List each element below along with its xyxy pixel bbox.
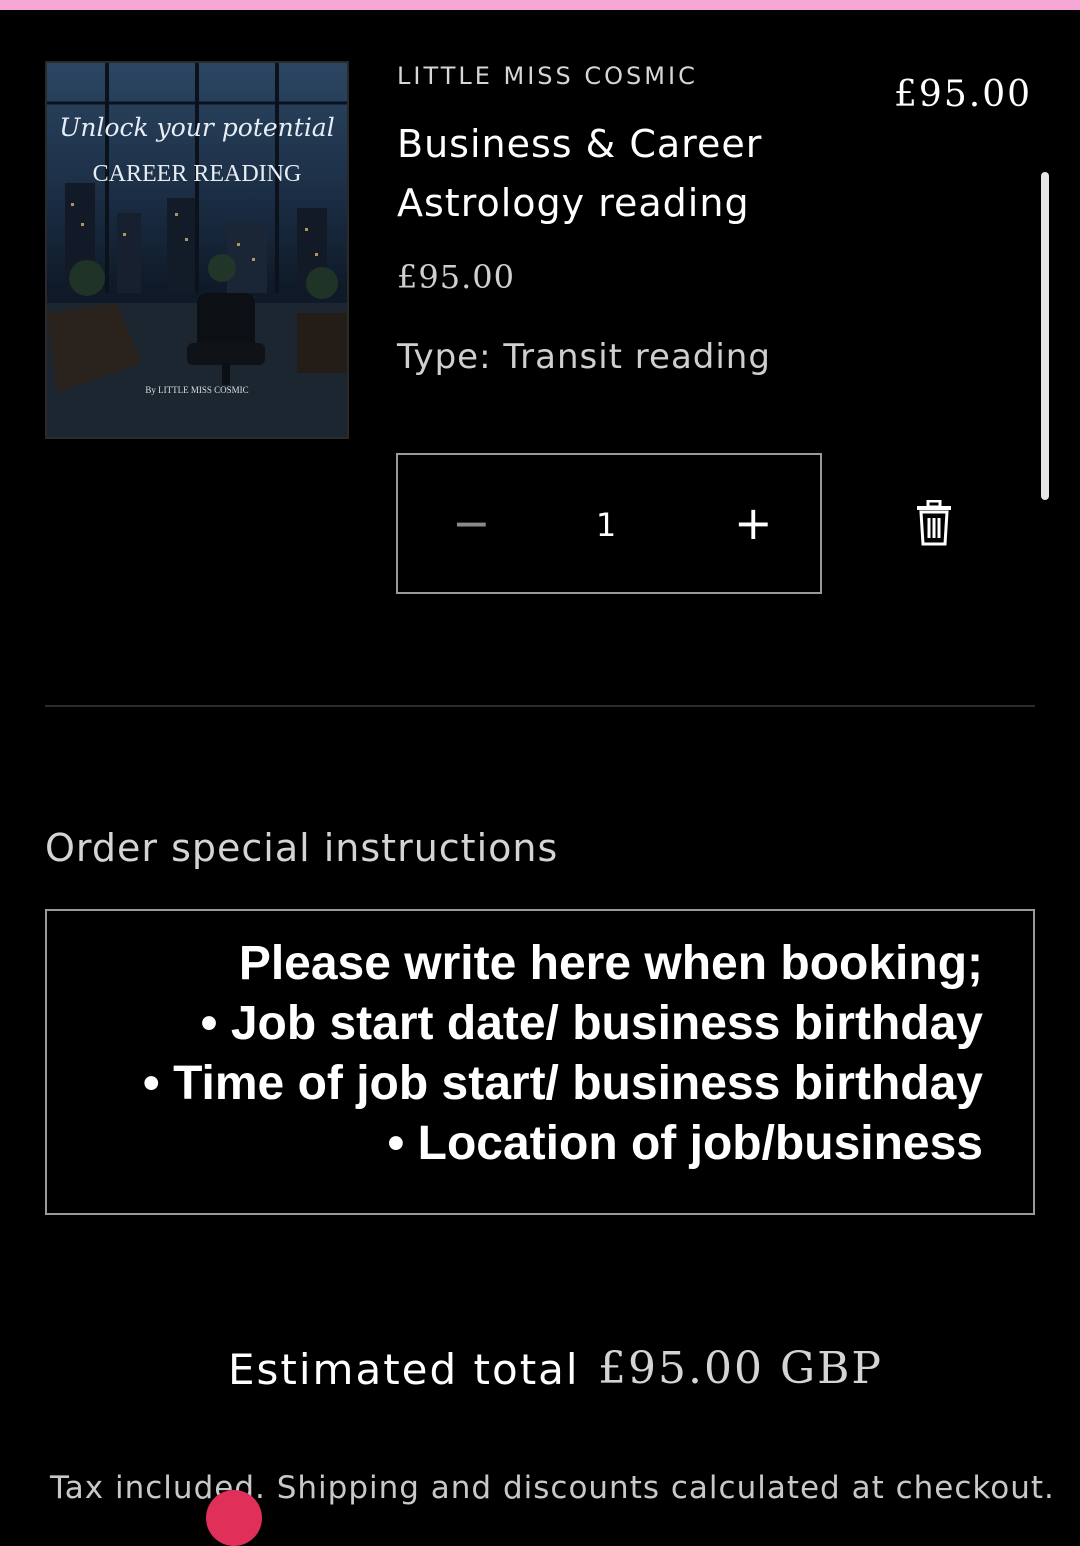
minus-icon[interactable]: − <box>452 496 491 550</box>
top-accent-bar <box>0 0 1080 10</box>
unit-price: £95.00 <box>397 258 515 296</box>
trash-icon[interactable] <box>913 499 955 546</box>
tax-shipping-note: Tax included. Shipping and discounts cal… <box>50 1470 1055 1506</box>
variant-option: Type: Transit reading <box>397 337 771 377</box>
scrollbar-thumb[interactable] <box>1041 172 1049 500</box>
estimated-total-value: £95.00 GBP <box>598 1343 884 1394</box>
product-title-link[interactable]: Business & Career Astrology reading <box>397 115 837 233</box>
product-vendor: LITTLE MISS COSMIC <box>397 62 698 90</box>
thumbnail-title: CAREER READING <box>92 161 302 187</box>
thumbnail-script-title: Unlock your potential <box>59 113 335 142</box>
plus-icon[interactable]: + <box>734 496 773 550</box>
special-instructions-textarea[interactable]: Please write here when booking; • Job st… <box>45 909 1035 1215</box>
special-instructions-label: Order special instructions <box>45 826 559 870</box>
quantity-input[interactable]: 1 <box>586 498 626 552</box>
chat-bubble-icon[interactable] <box>206 1490 262 1546</box>
estimated-total-label: Estimated total <box>228 1345 580 1394</box>
section-divider <box>45 705 1035 707</box>
thumbnail-byline: By LITTLE MISS COSMIC <box>145 385 249 395</box>
special-instructions-text: Please write here when booking; • Job st… <box>142 937 983 1170</box>
line-item-total: £95.00 <box>894 74 1032 115</box>
product-thumbnail[interactable]: Unlock your potential CAREER READING By … <box>45 61 349 439</box>
